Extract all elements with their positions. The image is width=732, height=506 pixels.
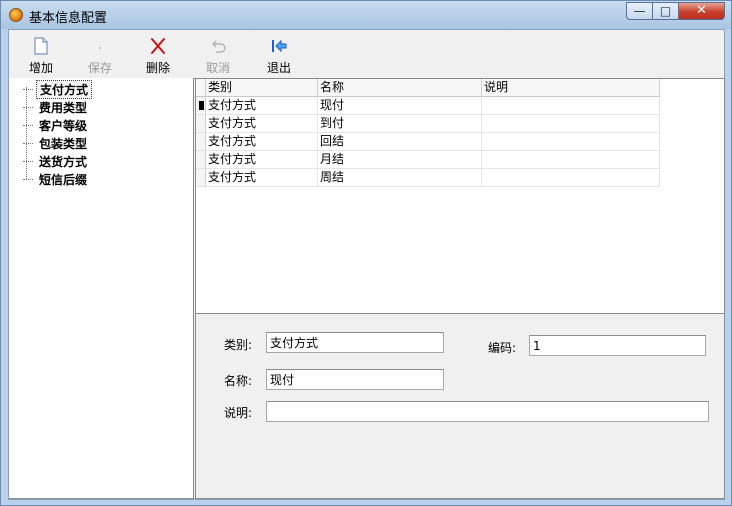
tree-item-customer-level[interactable]: 客户等级 [23,117,90,134]
document-icon [34,37,48,55]
note-field[interactable] [266,401,709,422]
column-header-category[interactable]: 类别 [206,79,318,97]
tree-item-label: 支付方式 [36,80,93,99]
data-grid: 类别 名称 说明 支付方式 现付 支付方式 到付 支付方式 回结 支付方式 月结… [195,78,725,314]
close-icon: ✕ [696,3,707,18]
tree-item-payment-method[interactable]: 支付方式 [23,80,93,99]
minimize-button[interactable]: — [626,2,653,20]
tree-item-label: 费用类型 [39,101,88,115]
current-row-pointer-icon [199,101,204,110]
cell-name[interactable]: 到付 [318,115,482,133]
minimize-icon: — [633,4,646,18]
cell-category[interactable]: 支付方式 [206,169,318,187]
maximize-button[interactable]: □ [653,2,679,20]
table-row[interactable]: 支付方式 月结 [196,151,660,169]
save-button[interactable]: 保存 [80,34,120,76]
cell-category[interactable]: 支付方式 [206,97,318,115]
row-header[interactable] [196,169,206,187]
cancel-button-label: 取消 [205,61,230,75]
tree-item-sms-suffix[interactable]: 短信后缀 [23,171,90,188]
maximize-icon: □ [659,4,672,18]
cell-category[interactable]: 支付方式 [206,133,318,151]
tree-item-label: 送货方式 [39,155,88,169]
exit-button-label: 退出 [266,61,291,75]
add-button-label: 增加 [28,61,53,75]
cell-name[interactable]: 回结 [318,133,482,151]
row-header[interactable] [196,151,206,169]
detail-form: 类别: 编码: 名称: 说明: [195,314,725,499]
grid-header: 类别 名称 说明 [196,79,660,97]
tree-item-label: 包装类型 [39,137,88,151]
cell-note[interactable] [482,151,660,169]
app-icon [9,8,23,22]
cell-name[interactable]: 现付 [318,97,482,115]
window-title: 基本信息配置 [29,11,108,26]
row-header[interactable] [196,97,206,115]
exit-button[interactable]: 退出 [259,34,299,76]
title-bar[interactable]: 基本信息配置 — □ ✕ [1,1,731,29]
add-button[interactable]: 增加 [21,34,61,76]
cancel-button[interactable]: 取消 [198,34,238,76]
client-area: 增加 保存 删除 取消 退出 支付方式 费用类型 客户等级 包装类型 送货方式 … [8,29,725,500]
column-header-note[interactable]: 说明 [482,79,660,97]
code-label: 编码: [488,341,517,355]
row-header[interactable] [196,133,206,151]
cell-name[interactable]: 月结 [318,151,482,169]
category-field[interactable] [266,332,444,353]
name-label: 名称: [224,374,253,388]
tree-item-label: 客户等级 [39,119,88,133]
cell-note[interactable] [482,97,660,115]
category-tree: 支付方式 费用类型 客户等级 包装类型 送货方式 短信后缀 [9,78,194,499]
delete-button-label: 删除 [145,61,170,75]
column-header-name[interactable]: 名称 [318,79,482,97]
exit-arrow-icon [272,39,287,53]
category-label: 类别: [224,338,253,352]
red-x-icon [151,38,165,54]
delete-button[interactable]: 删除 [138,34,178,76]
cell-note[interactable] [482,169,660,187]
close-button[interactable]: ✕ [679,2,725,20]
save-icon [99,47,101,49]
code-field[interactable] [529,335,706,356]
table-row[interactable]: 支付方式 到付 [196,115,660,133]
caption-buttons: — □ ✕ [626,2,725,20]
table-row[interactable]: 支付方式 回结 [196,133,660,151]
note-label: 说明: [224,406,253,420]
tree-item-delivery-method[interactable]: 送货方式 [23,153,90,170]
cell-note[interactable] [482,115,660,133]
cell-category[interactable]: 支付方式 [206,151,318,169]
toolbar: 增加 保存 删除 取消 退出 [9,30,724,79]
cell-note[interactable] [482,133,660,151]
table-row[interactable]: 支付方式 现付 [196,97,660,115]
main-window: 基本信息配置 — □ ✕ 增加 保存 删除 取消 退出 支付方式 费用类型 客户… [0,0,732,506]
undo-icon [212,40,226,53]
row-header-corner [196,79,206,97]
cell-category[interactable]: 支付方式 [206,115,318,133]
name-field[interactable] [266,369,444,390]
cell-name[interactable]: 周结 [318,169,482,187]
table-row[interactable]: 支付方式 周结 [196,169,660,187]
tree-item-package-type[interactable]: 包装类型 [23,135,90,152]
save-button-label: 保存 [87,61,112,75]
tree-item-label: 短信后缀 [39,173,88,187]
row-header[interactable] [196,115,206,133]
tree-item-expense-type[interactable]: 费用类型 [23,99,90,116]
